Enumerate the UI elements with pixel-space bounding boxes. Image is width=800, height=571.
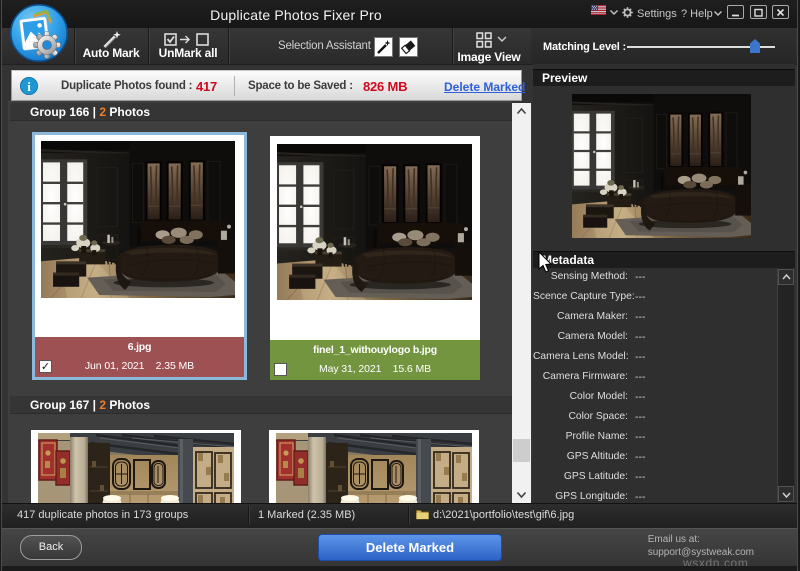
svg-text:i: i	[27, 79, 31, 94]
